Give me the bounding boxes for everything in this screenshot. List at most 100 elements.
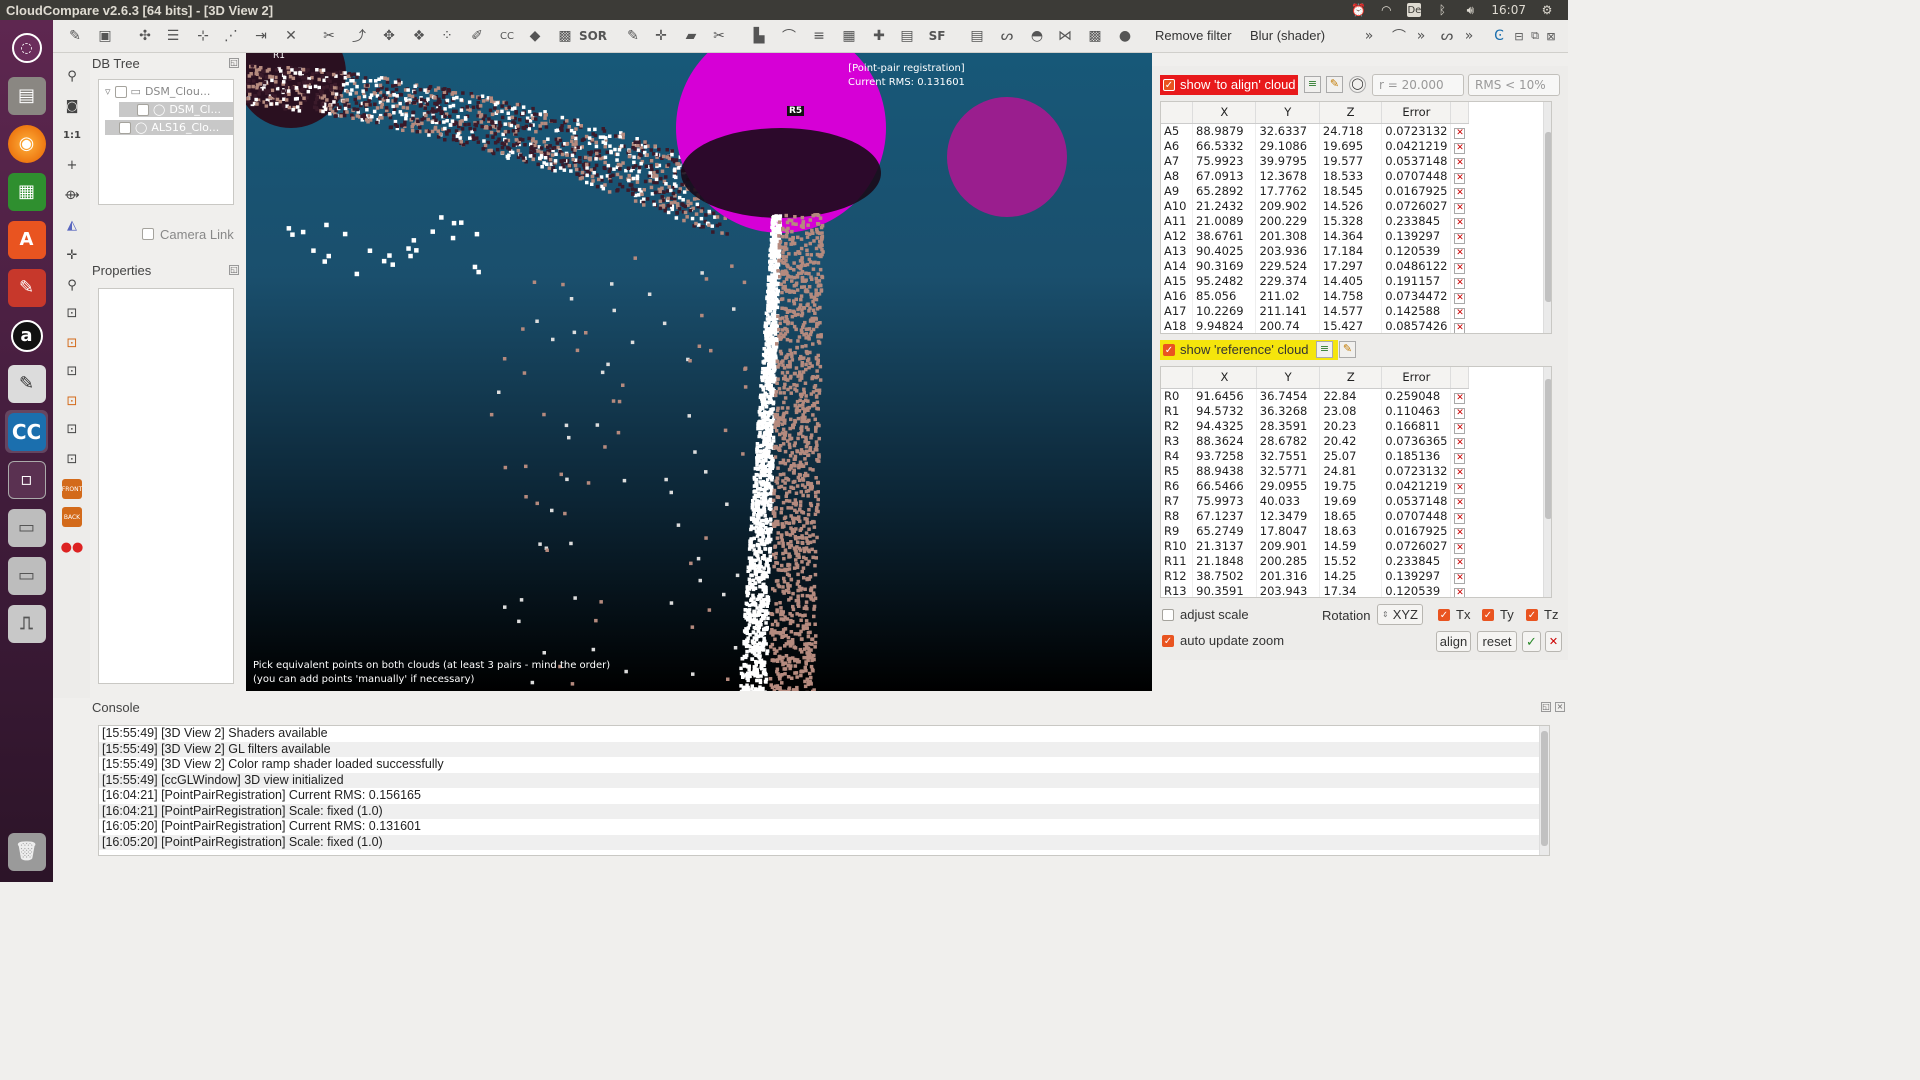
table-row[interactable]: A17 10.2269 211.141 14.577 0.142588 ✕ [1161,303,1469,319]
segment-icon[interactable]: ✂ [319,26,339,46]
column-header[interactable] [1161,102,1194,124]
grid-icon[interactable]: ▦ [839,26,859,46]
ty-checkbox[interactable]: ✓ [1482,609,1494,621]
column-header[interactable] [1161,367,1194,389]
value-cell[interactable]: 0.0421219 [1381,138,1452,154]
subsample-icon[interactable]: ⋰ [221,26,241,46]
delete-point-icon[interactable]: ✕ [1454,202,1466,214]
value-cell[interactable]: 0.0537148 [1381,153,1452,169]
overflow-chevron-icon[interactable]: » [1459,26,1479,46]
value-cell[interactable]: 75.9923 [1192,153,1257,169]
table-row[interactable]: R7 75.9973 40.033 19.69 0.0537148 ✕ [1161,493,1469,509]
value-cell[interactable]: 18.545 [1319,183,1383,199]
zoom-center-icon[interactable]: + [62,155,82,175]
point-id-cell[interactable]: A12 [1161,228,1194,244]
bluetooth-icon[interactable]: ᛒ [1435,3,1449,17]
value-cell[interactable]: 211.02 [1255,288,1320,304]
point-id-cell[interactable]: R5 [1161,463,1194,479]
dock-float-icon[interactable]: ◱ [229,58,239,68]
visibility-checkbox[interactable] [114,85,127,98]
value-cell[interactable]: 0.139297 [1381,568,1452,584]
column-header[interactable]: X [1192,102,1257,124]
value-cell[interactable]: 90.3169 [1192,258,1257,274]
adjust-scale-checkbox[interactable] [1162,609,1174,621]
hlp-icon[interactable]: ᔕ [997,26,1017,46]
delete-point-icon[interactable]: ✕ [1454,142,1466,154]
show-reference-checkbox[interactable]: ✓ [1163,344,1175,356]
value-cell[interactable]: 14.526 [1319,198,1383,214]
value-cell[interactable]: 18.63 [1319,523,1383,539]
value-cell[interactable]: 0.259048 [1381,388,1452,404]
value-cell[interactable]: 21.3137 [1192,538,1257,554]
column-header[interactable]: Z [1319,102,1383,124]
eye-dome-icon[interactable]: ◓ [1027,26,1047,46]
3d-view[interactable]: [Point-pair registration] Current RMS: 0… [246,53,1152,691]
keyboard-layout-indicator[interactable]: De [1407,3,1422,17]
value-cell[interactable]: 0.0707448 [1381,168,1452,184]
scrollbar-thumb[interactable] [1541,731,1548,846]
translate-rotate-icon[interactable]: ⤴ [349,26,369,46]
reset-button[interactable]: reset [1477,631,1517,652]
value-cell[interactable]: 0.0734472 [1381,288,1452,304]
launcher-dash-button[interactable]: ◌ [5,26,48,69]
column-header[interactable]: X [1192,367,1257,389]
value-cell[interactable]: 200.285 [1256,553,1321,569]
value-cell[interactable]: 18.65 [1319,508,1383,524]
align-button[interactable]: align [1436,631,1471,652]
table-row[interactable]: A13 90.4025 203.936 17.184 0.120539 ✕ [1161,243,1469,259]
value-cell[interactable]: 91.6456 [1192,388,1257,404]
table-row[interactable]: A11 21.0089 200.229 15.328 0.233845 ✕ [1161,213,1469,229]
launcher-firefox-button[interactable]: ◉ [5,122,48,165]
iso-front-icon[interactable]: FRONT [62,479,82,499]
zoom-icon[interactable]: ⚲ [62,275,82,295]
checkerboard-icon[interactable]: ▩ [555,26,575,46]
volume-icon[interactable]: 🔊︎ [1463,3,1477,17]
cc-icon[interactable]: CC [497,26,517,46]
delete-point-icon[interactable]: ✕ [1454,467,1466,479]
save-icon[interactable]: ▣ [95,26,115,46]
value-cell[interactable]: 21.2432 [1192,198,1257,214]
value-cell[interactable]: 200.229 [1255,213,1320,229]
dock-float-icon[interactable]: ◱ [229,265,239,275]
delete-point-icon[interactable]: ✕ [1454,587,1466,597]
value-cell[interactable]: 0.0537148 [1381,493,1452,509]
value-cell[interactable]: 85.056 [1192,288,1257,304]
column-header[interactable]: Y [1255,102,1320,124]
sor-filter-icon[interactable]: SOR [579,26,607,46]
sample-points-icon[interactable]: ⁘ [437,26,457,46]
value-cell[interactable]: 10.2269 [1192,303,1257,319]
value-cell[interactable]: 67.1237 [1192,508,1257,524]
delete-point-icon[interactable]: ✕ [1454,452,1466,464]
dock-float-icon[interactable]: ◱ [1541,702,1551,712]
point-id-cell[interactable]: A18 [1161,318,1194,333]
value-cell[interactable]: 67.0913 [1192,168,1257,184]
table-row[interactable]: A9 65.2892 17.7762 18.545 0.0167925 ✕ [1161,183,1469,199]
value-cell[interactable]: 38.7502 [1192,568,1257,584]
value-cell[interactable]: 75.9973 [1192,493,1257,509]
delete-point-icon[interactable]: ✕ [1454,217,1466,229]
rotation-select[interactable]: ⇕ XYZ [1377,604,1423,625]
value-cell[interactable]: 17.7762 [1255,183,1320,199]
plugin-icon[interactable]: ᔕ [1437,26,1457,46]
front-view-icon[interactable]: ⊡ [62,333,82,353]
delete-point-icon[interactable]: ✕ [1454,557,1466,569]
validate-icon[interactable]: ✓ [1522,631,1541,652]
crosshair-icon[interactable]: ✛ [62,245,82,265]
column-header[interactable]: Error [1381,102,1452,124]
value-cell[interactable]: 14.758 [1319,288,1383,304]
tx-checkbox[interactable]: ✓ [1438,609,1450,621]
delete-point-icon[interactable]: ✕ [1454,127,1466,139]
iso-back-icon[interactable]: BACK [62,507,82,527]
remove-filter-button[interactable]: Remove filter [1155,28,1232,43]
value-cell[interactable]: 0.0167925 [1381,523,1452,539]
radius-spinbox[interactable]: r = 20.000 [1372,74,1464,96]
value-cell[interactable]: 32.5771 [1256,463,1321,479]
value-cell[interactable]: 14.405 [1319,273,1383,289]
show-align-checkbox[interactable]: ✓ [1163,79,1175,91]
value-cell[interactable]: 24.718 [1319,123,1383,139]
value-cell[interactable]: 0.139297 [1381,228,1452,244]
delete-point-icon[interactable]: ✕ [1454,262,1466,274]
table-row[interactable]: R12 38.7502 201.316 14.25 0.139297 ✕ [1161,568,1469,584]
point-id-cell[interactable]: R4 [1161,448,1194,464]
value-cell[interactable]: 201.308 [1255,228,1320,244]
